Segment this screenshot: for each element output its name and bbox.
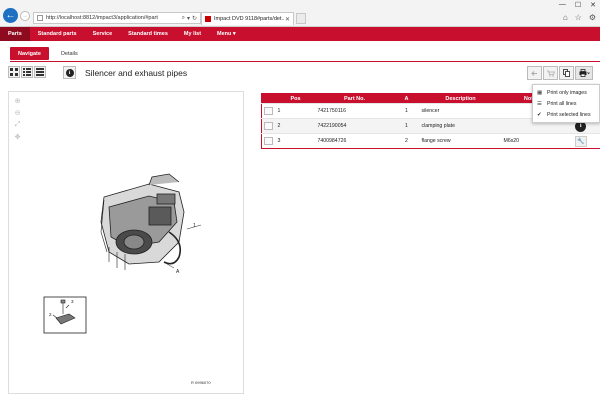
list-view-button[interactable]	[34, 66, 46, 78]
maximize-button[interactable]: ☐	[575, 1, 581, 9]
nav-my-list[interactable]: My list	[176, 27, 209, 41]
nav-standard-parts[interactable]: Standard parts	[30, 27, 85, 41]
cell-notes: M6x20	[501, 133, 562, 149]
cell-pos: 3	[275, 133, 316, 149]
exploded-view-pane[interactable]: 1 A 3 2	[8, 91, 244, 394]
settings-gear-icon[interactable]: ⚙	[589, 13, 596, 22]
forward-button[interactable]: →	[20, 11, 30, 21]
tab-details[interactable]: Details	[53, 47, 86, 60]
print-button[interactable]	[575, 66, 593, 80]
header-pos[interactable]: Pos	[275, 93, 316, 104]
tool-icon[interactable]: 🔧	[574, 135, 587, 147]
print-all-lines-option[interactable]: ☰ Print all lines	[533, 98, 599, 109]
cell-a: 2	[393, 133, 420, 149]
tab-close-icon[interactable]: ✕	[285, 16, 290, 23]
tab-title: Impact DVD 9118#parts/det...	[214, 16, 285, 22]
print-selected-lines-option[interactable]: ✔ Print selected lines	[533, 109, 599, 120]
callout-a: A	[176, 269, 180, 275]
print-dropdown-menu: ▦ Print only images ☰ Print all lines ✔ …	[532, 84, 600, 123]
dropdown-icon[interactable]: ▾	[187, 15, 190, 22]
page-title: Silencer and exhaust pipes	[85, 68, 188, 78]
info-icon: i	[65, 68, 74, 77]
header-description[interactable]: Description	[419, 93, 502, 104]
list-icon	[23, 68, 31, 76]
move-icon[interactable]: ✥	[13, 132, 22, 141]
page-icon	[37, 15, 43, 21]
cell-description: flange screw	[419, 133, 502, 149]
list-icon: ☰	[537, 100, 542, 107]
address-bar[interactable]: http://localhost:8812/impact3/applicatio…	[33, 12, 201, 24]
nav-menu[interactable]: Menu ▾	[209, 27, 244, 41]
exploded-view-diagram: 1 A 3 2	[43, 173, 202, 334]
grid-icon	[10, 68, 18, 76]
lines-icon	[36, 68, 44, 76]
print-all-lines-label: Print all lines	[547, 100, 577, 107]
printer-icon	[579, 69, 590, 77]
cell-a: 1	[393, 118, 420, 134]
copy-icon	[563, 69, 570, 77]
refresh-icon[interactable]: ↻	[192, 15, 197, 22]
nav-parts[interactable]: Parts	[0, 27, 30, 41]
nav-standard-times[interactable]: Standard times	[120, 27, 176, 41]
new-tab-button[interactable]	[296, 13, 306, 24]
close-window-button[interactable]: ✕	[590, 1, 596, 9]
window-controls: — ☐ ✕	[559, 1, 596, 9]
cell-description: silencer	[419, 103, 502, 119]
cell-part-no: 7421750116	[315, 103, 394, 119]
tab-navigate[interactable]: Navigate	[10, 47, 49, 60]
list-image-view-button[interactable]	[21, 66, 33, 78]
fit-screen-icon[interactable]: ⤢	[13, 120, 22, 129]
cell-part-no: 7400984726	[315, 133, 394, 149]
cell-pos: 2	[275, 118, 316, 134]
print-selected-lines-label: Print selected lines	[547, 111, 591, 118]
browser-tab[interactable]: Impact DVD 9118#parts/det... ✕	[201, 12, 294, 25]
header-select	[261, 93, 276, 104]
grid-view-button[interactable]	[8, 66, 20, 78]
table-row[interactable]: 3 7400984726 2 flange screw M6x20 🔧	[261, 133, 600, 149]
header-a[interactable]: A	[393, 93, 420, 104]
subtab-divider	[10, 61, 600, 62]
info-button[interactable]: i	[63, 66, 76, 79]
cell-part-no: 7422190054	[315, 118, 394, 134]
row-checkbox[interactable]	[264, 122, 274, 130]
home-icon[interactable]: ⌂	[563, 13, 568, 22]
row-checkbox[interactable]	[264, 107, 274, 115]
favicon-icon	[205, 16, 211, 22]
arrow-left-icon	[531, 70, 537, 76]
cart-icon	[546, 70, 555, 77]
print-only-images-label: Print only images	[547, 89, 587, 96]
search-icon[interactable]: ⌕	[182, 15, 185, 22]
header-part-no[interactable]: Part No.	[315, 93, 394, 104]
cell-description: clamping plate	[419, 118, 502, 134]
favorites-star-icon[interactable]: ☆	[575, 13, 582, 22]
nav-service[interactable]: Service	[85, 27, 121, 41]
back-button[interactable]: ←	[3, 8, 18, 23]
zoom-tools: ⊕ ⊖ ⤢ ✥	[13, 96, 22, 141]
check-icon: ✔	[537, 111, 542, 118]
minimize-button[interactable]: —	[559, 1, 566, 9]
action-toolbar	[527, 66, 593, 80]
back-arrow-button[interactable]	[527, 66, 542, 80]
row-checkbox[interactable]	[264, 137, 274, 145]
view-toolbar	[8, 66, 46, 78]
zoom-out-icon[interactable]: ⊖	[13, 108, 22, 117]
browser-actions: ⌂ ☆ ⚙	[563, 13, 596, 22]
grid-icon: ▦	[537, 89, 543, 96]
add-to-cart-button[interactable]	[543, 66, 558, 80]
cell-a: 1	[393, 103, 420, 119]
zoom-in-icon[interactable]: ⊕	[13, 96, 22, 105]
callout-1: 1	[193, 223, 196, 229]
copy-button[interactable]	[559, 66, 574, 80]
print-only-images-option[interactable]: ▦ Print only images	[533, 87, 599, 98]
cell-pos: 1	[275, 103, 316, 119]
browser-chrome: ← → http://localhost:8812/impact3/applic…	[0, 0, 600, 27]
app-navbar: Parts Standard parts Service Standard ti…	[0, 27, 600, 41]
figure-number: R 0996070	[191, 380, 211, 385]
address-url[interactable]: http://localhost:8812/impact3/applicatio…	[46, 15, 180, 21]
subtabs: Navigate Details	[10, 47, 86, 60]
